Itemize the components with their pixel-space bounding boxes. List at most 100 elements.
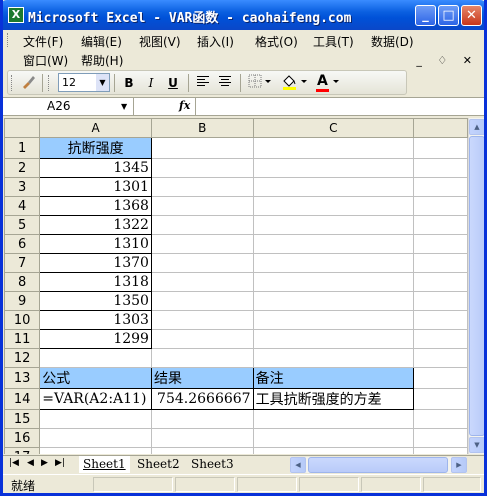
cell-b[interactable] xyxy=(150,215,254,235)
cell-b[interactable] xyxy=(150,177,254,197)
name-box[interactable]: A26 ▼ xyxy=(5,98,133,115)
cell-a[interactable] xyxy=(39,447,152,454)
toolbar-grip[interactable] xyxy=(11,75,14,91)
sheet-tab-3[interactable]: Sheet3 xyxy=(187,456,238,473)
cell-b[interactable] xyxy=(150,428,254,448)
row-header[interactable]: 16 xyxy=(4,428,41,448)
underline-button[interactable]: U xyxy=(164,74,182,92)
cell-c[interactable] xyxy=(252,348,414,368)
cell-c[interactable] xyxy=(252,177,414,197)
maximize-button[interactable]: □ xyxy=(438,5,459,26)
brush-icon[interactable] xyxy=(18,74,38,92)
cell-d[interactable] xyxy=(412,447,468,454)
cell-d[interactable] xyxy=(412,272,468,292)
borders-icon[interactable] xyxy=(246,74,274,92)
menu-insert[interactable]: 插入(I) xyxy=(197,33,234,50)
select-all-corner[interactable] xyxy=(4,118,41,138)
cell-a[interactable]: 1368 xyxy=(39,196,152,216)
menu-window[interactable]: 窗口(W) xyxy=(23,52,68,69)
row-header[interactable]: 6 xyxy=(4,234,41,254)
cell-d[interactable] xyxy=(412,409,468,429)
cell-c[interactable] xyxy=(252,215,414,235)
menubar-grip[interactable] xyxy=(7,33,10,47)
cell-d[interactable] xyxy=(412,158,468,178)
row-header[interactable]: 2 xyxy=(4,158,41,178)
mdi-window-controls[interactable]: _ ♢ ✕ xyxy=(416,54,478,67)
chevron-down-icon[interactable]: ▼ xyxy=(96,74,109,91)
cell-b[interactable] xyxy=(150,291,254,311)
excel-app-icon[interactable]: X xyxy=(8,7,24,23)
cell-b[interactable] xyxy=(150,272,254,292)
column-header-a[interactable]: A xyxy=(39,118,152,138)
cell-d[interactable] xyxy=(412,177,468,197)
cell-b[interactable] xyxy=(150,447,254,454)
row-header[interactable]: 15 xyxy=(4,409,41,429)
cell-c[interactable] xyxy=(252,428,414,448)
cell-c[interactable] xyxy=(252,329,414,349)
cell-c[interactable] xyxy=(252,291,414,311)
cell-a[interactable]: 1318 xyxy=(39,272,152,292)
row-header[interactable]: 14 xyxy=(4,388,41,410)
cell-a[interactable]: 1345 xyxy=(39,158,152,178)
cell-b[interactable] xyxy=(150,253,254,273)
cell-a[interactable]: 1301 xyxy=(39,177,152,197)
cell-c[interactable] xyxy=(252,158,414,178)
cell-c[interactable] xyxy=(252,196,414,216)
formula-input[interactable] xyxy=(195,98,484,115)
row-header[interactable]: 3 xyxy=(4,177,41,197)
cell-d[interactable] xyxy=(412,428,468,448)
menu-data[interactable]: 数据(D) xyxy=(371,33,414,50)
cell-d[interactable] xyxy=(412,291,468,311)
row-header[interactable]: 10 xyxy=(4,310,41,330)
cell-c[interactable] xyxy=(252,310,414,330)
row-header[interactable]: 1 xyxy=(4,137,41,159)
horizontal-scroll-thumb[interactable] xyxy=(308,457,448,473)
cell-c[interactable] xyxy=(252,137,414,159)
cell-a[interactable]: 1350 xyxy=(39,291,152,311)
scroll-left-button[interactable]: ◀ xyxy=(290,457,306,473)
prev-sheet-button[interactable]: ◀ xyxy=(27,458,34,468)
minimize-button[interactable]: _ xyxy=(415,5,436,26)
last-sheet-button[interactable]: ▶| xyxy=(55,458,65,468)
cell-a[interactable]: 公式 xyxy=(39,367,152,389)
function-wizard-icon[interactable]: fx xyxy=(179,99,190,112)
row-header[interactable]: 9 xyxy=(4,291,41,311)
column-header-b[interactable]: B xyxy=(150,118,254,138)
row-header[interactable]: 4 xyxy=(4,196,41,216)
cell-d[interactable] xyxy=(412,234,468,254)
cell-d[interactable] xyxy=(412,215,468,235)
cell-d[interactable] xyxy=(412,196,468,216)
row-header[interactable]: 13 xyxy=(4,367,41,389)
menu-tools[interactable]: 工具(T) xyxy=(313,33,354,50)
title-bar[interactable]: X Microsoft Excel - VAR函数 - caohaifeng.c… xyxy=(3,0,484,30)
next-sheet-button[interactable]: ▶ xyxy=(41,458,48,468)
cell-c[interactable] xyxy=(252,253,414,273)
horizontal-scrollbar[interactable]: ◀ ▶ xyxy=(290,457,467,473)
align-left-icon[interactable] xyxy=(194,74,212,92)
cell-a[interactable]: 1299 xyxy=(39,329,152,349)
cell-b[interactable] xyxy=(150,329,254,349)
cell-b[interactable]: 结果 xyxy=(150,367,254,389)
cell-c[interactable] xyxy=(252,447,414,454)
cell-a[interactable]: 抗断强度 xyxy=(39,137,152,159)
vertical-scroll-thumb[interactable] xyxy=(469,136,484,436)
menu-edit[interactable]: 编辑(E) xyxy=(81,33,122,50)
cell-a[interactable] xyxy=(39,348,152,368)
cell-b[interactable] xyxy=(150,137,254,159)
column-header-d[interactable] xyxy=(412,118,468,138)
close-button[interactable]: ✕ xyxy=(461,5,482,26)
italic-button[interactable]: I xyxy=(142,74,160,92)
align-center-icon[interactable] xyxy=(216,74,234,92)
row-header[interactable]: 7 xyxy=(4,253,41,273)
cell-a[interactable] xyxy=(39,409,152,429)
spreadsheet-grid[interactable]: A B C 1 抗断强度 2 1345 3 1301 4 1368 5 1322 6 1310 7 137… xyxy=(4,118,468,454)
toolbar-grip-2[interactable] xyxy=(48,75,51,91)
cell-d[interactable] xyxy=(412,329,468,349)
cell-c[interactable] xyxy=(252,409,414,429)
bold-button[interactable]: B xyxy=(120,74,138,92)
sheet-tab-2[interactable]: Sheet2 xyxy=(133,456,184,473)
font-color-icon[interactable]: A xyxy=(314,73,344,92)
cell-c[interactable]: 工具抗断强度的方差 xyxy=(252,388,414,410)
cell-d[interactable] xyxy=(412,310,468,330)
menu-help[interactable]: 帮助(H) xyxy=(81,52,123,69)
